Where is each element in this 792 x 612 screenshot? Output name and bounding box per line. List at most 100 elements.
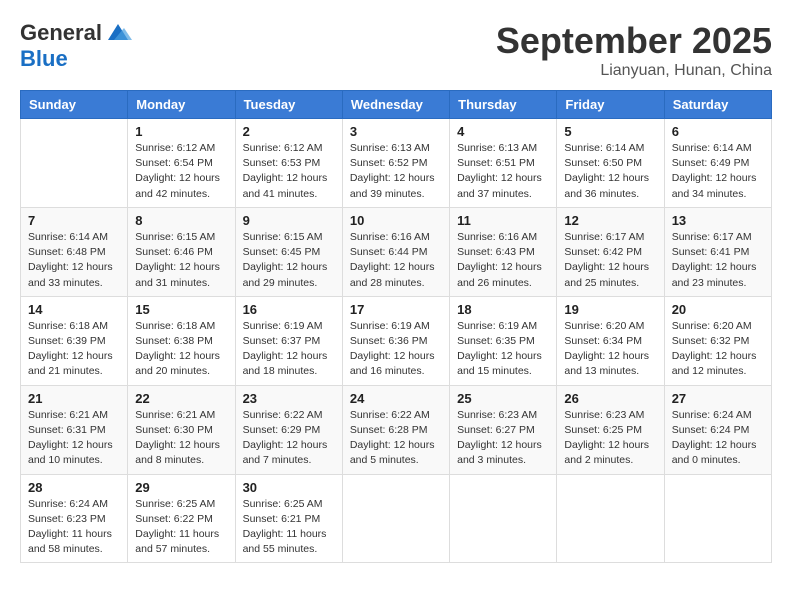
day-info: Sunrise: 6:22 AMSunset: 6:29 PMDaylight:… — [243, 408, 335, 469]
month-year-title: September 2025 — [496, 20, 772, 62]
day-info: Sunrise: 6:18 AMSunset: 6:39 PMDaylight:… — [28, 319, 120, 380]
day-number: 25 — [457, 391, 549, 406]
location-text: Lianyuan, Hunan, China — [496, 62, 772, 80]
day-number: 24 — [350, 391, 442, 406]
day-number: 26 — [564, 391, 656, 406]
day-info: Sunrise: 6:12 AMSunset: 6:53 PMDaylight:… — [243, 141, 335, 202]
calendar-table: SundayMondayTuesdayWednesdayThursdayFrid… — [20, 90, 772, 563]
day-number: 20 — [672, 302, 764, 317]
calendar-week-row: 21Sunrise: 6:21 AMSunset: 6:31 PMDayligh… — [21, 385, 772, 474]
day-info: Sunrise: 6:16 AMSunset: 6:44 PMDaylight:… — [350, 230, 442, 291]
calendar-cell — [21, 119, 128, 208]
day-number: 3 — [350, 124, 442, 139]
logo: General Blue — [20, 20, 132, 72]
calendar-week-row: 28 Sunrise: 6:24 AMSunset: 6:23 PMDayligh… — [21, 474, 772, 563]
day-info: Sunrise: 6:23 AMSunset: 6:27 PMDaylight:… — [457, 408, 549, 469]
day-info: Sunrise: 6:14 AMSunset: 6:50 PMDaylight:… — [564, 141, 656, 202]
calendar-cell: 14 Sunrise: 6:18 AMSunset: 6:39 PMDayligh… — [21, 296, 128, 385]
calendar-cell: 1 Sunrise: 6:12 AMSunset: 6:54 PMDaylight… — [128, 119, 235, 208]
calendar-cell: 19 Sunrise: 6:20 AMSunset: 6:34 PMDayligh… — [557, 296, 664, 385]
day-info: Sunrise: 6:25 AMSunset: 6:21 PMDaylight:… — [243, 497, 335, 558]
calendar-cell: 20 Sunrise: 6:20 AMSunset: 6:32 PMDayligh… — [664, 296, 771, 385]
day-info: Sunrise: 6:13 AMSunset: 6:52 PMDaylight:… — [350, 141, 442, 202]
weekday-header-friday: Friday — [557, 91, 664, 119]
day-info: Sunrise: 6:14 AMSunset: 6:48 PMDaylight:… — [28, 230, 120, 291]
day-info: Sunrise: 6:14 AMSunset: 6:49 PMDaylight:… — [672, 141, 764, 202]
day-info: Sunrise: 6:12 AMSunset: 6:54 PMDaylight:… — [135, 141, 227, 202]
day-info: Sunrise: 6:19 AMSunset: 6:36 PMDaylight:… — [350, 319, 442, 380]
calendar-cell: 30 Sunrise: 6:25 AMSunset: 6:21 PMDayligh… — [235, 474, 342, 563]
day-info: Sunrise: 6:15 AMSunset: 6:46 PMDaylight:… — [135, 230, 227, 291]
calendar-cell: 21Sunrise: 6:21 AMSunset: 6:31 PMDayligh… — [21, 385, 128, 474]
day-info: Sunrise: 6:23 AMSunset: 6:25 PMDaylight:… — [564, 408, 656, 469]
day-info: Sunrise: 6:20 AMSunset: 6:32 PMDaylight:… — [672, 319, 764, 380]
calendar-week-row: 1 Sunrise: 6:12 AMSunset: 6:54 PMDaylight… — [21, 119, 772, 208]
calendar-cell: 9Sunrise: 6:15 AMSunset: 6:45 PMDaylight… — [235, 207, 342, 296]
calendar-cell: 5 Sunrise: 6:14 AMSunset: 6:50 PMDaylight… — [557, 119, 664, 208]
day-number: 2 — [243, 124, 335, 139]
day-number: 6 — [672, 124, 764, 139]
day-info: Sunrise: 6:19 AMSunset: 6:37 PMDaylight:… — [243, 319, 335, 380]
calendar-cell: 3 Sunrise: 6:13 AMSunset: 6:52 PMDaylight… — [342, 119, 449, 208]
calendar-cell: 27Sunrise: 6:24 AMSunset: 6:24 PMDayligh… — [664, 385, 771, 474]
day-number: 28 — [28, 480, 120, 495]
calendar-cell: 12 Sunrise: 6:17 AMSunset: 6:42 PMDayligh… — [557, 207, 664, 296]
day-number: 22 — [135, 391, 227, 406]
weekday-header-thursday: Thursday — [450, 91, 557, 119]
calendar-cell: 4 Sunrise: 6:13 AMSunset: 6:51 PMDaylight… — [450, 119, 557, 208]
calendar-cell: 2 Sunrise: 6:12 AMSunset: 6:53 PMDaylight… — [235, 119, 342, 208]
day-number: 10 — [350, 213, 442, 228]
day-number: 19 — [564, 302, 656, 317]
day-info: Sunrise: 6:25 AMSunset: 6:22 PMDaylight:… — [135, 497, 227, 558]
day-info: Sunrise: 6:13 AMSunset: 6:51 PMDaylight:… — [457, 141, 549, 202]
day-number: 11 — [457, 213, 549, 228]
day-number: 1 — [135, 124, 227, 139]
calendar-cell — [557, 474, 664, 563]
day-number: 12 — [564, 213, 656, 228]
day-number: 16 — [243, 302, 335, 317]
calendar-cell — [664, 474, 771, 563]
day-number: 17 — [350, 302, 442, 317]
day-number: 8 — [135, 213, 227, 228]
day-info: Sunrise: 6:24 AMSunset: 6:23 PMDaylight:… — [28, 497, 120, 558]
day-info: Sunrise: 6:19 AMSunset: 6:35 PMDaylight:… — [457, 319, 549, 380]
day-number: 7 — [28, 213, 120, 228]
calendar-cell: 11 Sunrise: 6:16 AMSunset: 6:43 PMDayligh… — [450, 207, 557, 296]
day-number: 30 — [243, 480, 335, 495]
calendar-cell: 17 Sunrise: 6:19 AMSunset: 6:36 PMDayligh… — [342, 296, 449, 385]
day-info: Sunrise: 6:18 AMSunset: 6:38 PMDaylight:… — [135, 319, 227, 380]
day-number: 13 — [672, 213, 764, 228]
logo-blue-text: Blue — [20, 46, 68, 72]
day-info: Sunrise: 6:21 AMSunset: 6:30 PMDaylight:… — [135, 408, 227, 469]
calendar-cell: 24Sunrise: 6:22 AMSunset: 6:28 PMDayligh… — [342, 385, 449, 474]
day-number: 4 — [457, 124, 549, 139]
calendar-cell: 13Sunrise: 6:17 AMSunset: 6:41 PMDayligh… — [664, 207, 771, 296]
calendar-cell: 8 Sunrise: 6:15 AMSunset: 6:46 PMDaylight… — [128, 207, 235, 296]
weekday-header-tuesday: Tuesday — [235, 91, 342, 119]
day-info: Sunrise: 6:24 AMSunset: 6:24 PMDaylight:… — [672, 408, 764, 469]
day-number: 29 — [135, 480, 227, 495]
calendar-cell: 25 Sunrise: 6:23 AMSunset: 6:27 PMDayligh… — [450, 385, 557, 474]
title-block: September 2025 Lianyuan, Hunan, China — [496, 20, 772, 80]
weekday-header-sunday: Sunday — [21, 91, 128, 119]
day-info: Sunrise: 6:17 AMSunset: 6:42 PMDaylight:… — [564, 230, 656, 291]
day-number: 9 — [243, 213, 335, 228]
calendar-week-row: 14 Sunrise: 6:18 AMSunset: 6:39 PMDayligh… — [21, 296, 772, 385]
logo-icon — [104, 22, 132, 44]
day-info: Sunrise: 6:21 AMSunset: 6:31 PMDaylight:… — [28, 408, 120, 469]
calendar-cell: 29 Sunrise: 6:25 AMSunset: 6:22 PMDayligh… — [128, 474, 235, 563]
calendar-cell: 6 Sunrise: 6:14 AMSunset: 6:49 PMDaylight… — [664, 119, 771, 208]
calendar-cell: 16 Sunrise: 6:19 AMSunset: 6:37 PMDayligh… — [235, 296, 342, 385]
calendar-cell: 23 Sunrise: 6:22 AMSunset: 6:29 PMDayligh… — [235, 385, 342, 474]
day-number: 18 — [457, 302, 549, 317]
day-number: 5 — [564, 124, 656, 139]
calendar-cell — [450, 474, 557, 563]
calendar-cell: 26 Sunrise: 6:23 AMSunset: 6:25 PMDayligh… — [557, 385, 664, 474]
day-number: 23 — [243, 391, 335, 406]
weekday-header-saturday: Saturday — [664, 91, 771, 119]
calendar-week-row: 7 Sunrise: 6:14 AMSunset: 6:48 PMDaylight… — [21, 207, 772, 296]
calendar-cell: 18 Sunrise: 6:19 AMSunset: 6:35 PMDayligh… — [450, 296, 557, 385]
day-number: 14 — [28, 302, 120, 317]
day-info: Sunrise: 6:20 AMSunset: 6:34 PMDaylight:… — [564, 319, 656, 380]
day-info: Sunrise: 6:16 AMSunset: 6:43 PMDaylight:… — [457, 230, 549, 291]
